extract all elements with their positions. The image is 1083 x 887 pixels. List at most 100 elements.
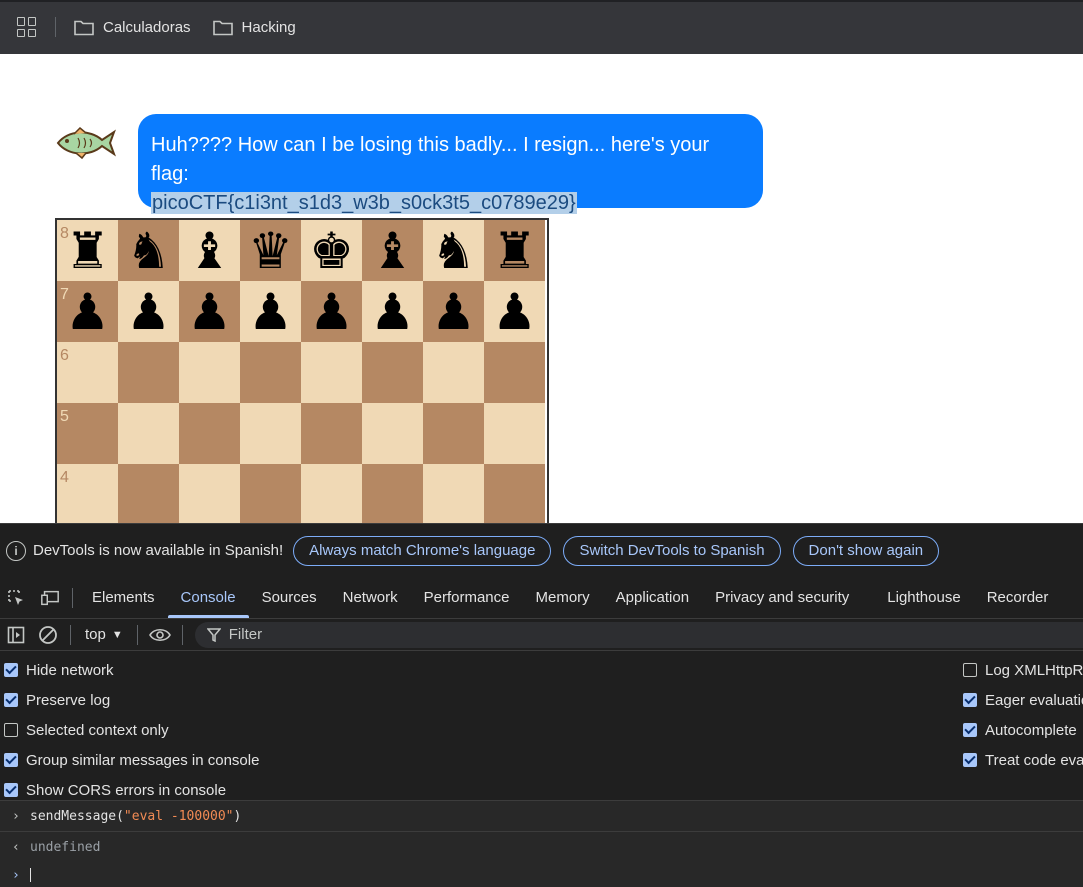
dont-show-again-button[interactable]: Don't show again [792,535,940,566]
black-pawn-piece[interactable]: ♟ [126,287,171,337]
tab-privacy-security[interactable]: Privacy and security [702,577,862,619]
console-command[interactable]: sendMessage("eval -100000") [30,809,241,824]
square-f7[interactable]: ♟ [362,281,423,342]
square-c5[interactable] [179,403,240,464]
checkbox[interactable] [4,723,18,737]
black-pawn-piece[interactable]: ♟ [431,287,476,337]
console-prompt-line[interactable]: › [0,863,1083,887]
hide-network-option[interactable]: Hide network [4,655,114,685]
black-pawn-piece[interactable]: ♟ [370,287,415,337]
square-e4[interactable] [301,464,362,523]
tab-sources[interactable]: Sources [249,577,330,619]
square-e5[interactable] [301,403,362,464]
square-d6[interactable] [240,342,301,403]
group-similar-option[interactable]: Group similar messages in console [4,745,259,775]
square-f5[interactable] [362,403,423,464]
bookmark-hacking[interactable]: Hacking [212,19,296,36]
apps-grid-icon[interactable] [17,17,37,37]
tab-network[interactable]: Network [330,577,411,619]
checkbox[interactable] [4,783,18,797]
square-f8[interactable]: ♝ [362,220,423,281]
square-a6[interactable]: 6 [57,342,118,403]
black-knight-piece[interactable]: ♞ [431,226,476,276]
flag-text[interactable]: picoCTF{c1i3nt_s1d3_w3b_s0ck3t5_c0789e29… [151,192,577,214]
square-d5[interactable] [240,403,301,464]
device-toolbar-icon[interactable] [40,588,60,608]
bookmark-calculadoras[interactable]: Calculadoras [74,19,191,36]
square-f4[interactable] [362,464,423,523]
square-h6[interactable] [484,342,545,403]
log-xmlhttprequests-option[interactable]: Log XMLHttpRe [963,655,1083,685]
sidebar-toggle-icon[interactable] [0,619,32,651]
selected-context-option[interactable]: Selected context only [4,715,169,745]
black-rook-piece[interactable]: ♜ [65,226,110,276]
square-g5[interactable] [423,403,484,464]
tab-lighthouse[interactable]: Lighthouse [874,577,973,619]
square-e8[interactable]: ♚ [301,220,362,281]
tab-recorder[interactable]: Recorder [974,577,1062,619]
square-a5[interactable]: 5 [57,403,118,464]
square-d8[interactable]: ♛ [240,220,301,281]
checkbox[interactable] [4,663,18,677]
square-g4[interactable] [423,464,484,523]
preserve-log-option[interactable]: Preserve log [4,685,110,715]
tab-application[interactable]: Application [603,577,702,619]
black-pawn-piece[interactable]: ♟ [248,287,293,337]
square-c7[interactable]: ♟ [179,281,240,342]
black-knight-piece[interactable]: ♞ [126,226,171,276]
clear-console-icon[interactable] [32,619,64,651]
inspect-element-icon[interactable] [6,588,26,608]
black-pawn-piece[interactable]: ♟ [187,287,232,337]
checkbox[interactable] [963,693,977,707]
square-c8[interactable]: ♝ [179,220,240,281]
switch-to-spanish-button[interactable]: Switch DevTools to Spanish [563,535,781,566]
square-a8[interactable]: 8 ♜ [57,220,118,281]
black-pawn-piece[interactable]: ♟ [309,287,354,337]
square-b5[interactable] [118,403,179,464]
tab-console[interactable]: Console [167,577,249,619]
square-a4[interactable]: 4 [57,464,118,523]
black-bishop-piece[interactable]: ♝ [370,226,415,276]
square-b7[interactable]: ♟ [118,281,179,342]
black-bishop-piece[interactable]: ♝ [187,226,232,276]
square-c6[interactable] [179,342,240,403]
checkbox[interactable] [963,753,977,767]
treat-code-eval-option[interactable]: Treat code eval [963,745,1083,775]
square-f6[interactable] [362,342,423,403]
checkbox[interactable] [4,753,18,767]
square-h7[interactable]: ♟ [484,281,545,342]
square-h5[interactable] [484,403,545,464]
square-b8[interactable]: ♞ [118,220,179,281]
always-match-language-button[interactable]: Always match Chrome's language [293,535,552,566]
checkbox[interactable] [963,723,977,737]
square-h4[interactable] [484,464,545,523]
checkbox[interactable] [963,663,977,677]
square-b4[interactable] [118,464,179,523]
black-rook-piece[interactable]: ♜ [492,226,537,276]
square-b6[interactable] [118,342,179,403]
black-pawn-piece[interactable]: ♟ [65,287,110,337]
eager-evaluation-option[interactable]: Eager evaluatio [963,685,1083,715]
tab-elements[interactable]: Elements [79,577,168,619]
square-c4[interactable] [179,464,240,523]
black-king-piece[interactable]: ♚ [309,226,354,276]
square-g7[interactable]: ♟ [423,281,484,342]
square-a7[interactable]: 7 ♟ [57,281,118,342]
square-g6[interactable] [423,342,484,403]
show-cors-option[interactable]: Show CORS errors in console [4,775,226,805]
filter-input[interactable]: Filter [194,621,1083,648]
square-h8[interactable]: ♜ [484,220,545,281]
black-pawn-piece[interactable]: ♟ [492,287,537,337]
square-e7[interactable]: ♟ [301,281,362,342]
square-g8[interactable]: ♞ [423,220,484,281]
context-selector[interactable]: top ▼ [77,626,131,643]
square-d7[interactable]: ♟ [240,281,301,342]
tab-performance[interactable]: Performance [411,577,523,619]
autocomplete-option[interactable]: Autocomplete [963,715,1077,745]
square-e6[interactable] [301,342,362,403]
tab-memory[interactable]: Memory [523,577,603,619]
live-expression-eye-icon[interactable] [144,619,176,651]
square-d4[interactable] [240,464,301,523]
black-queen-piece[interactable]: ♛ [248,226,293,276]
checkbox[interactable] [4,693,18,707]
